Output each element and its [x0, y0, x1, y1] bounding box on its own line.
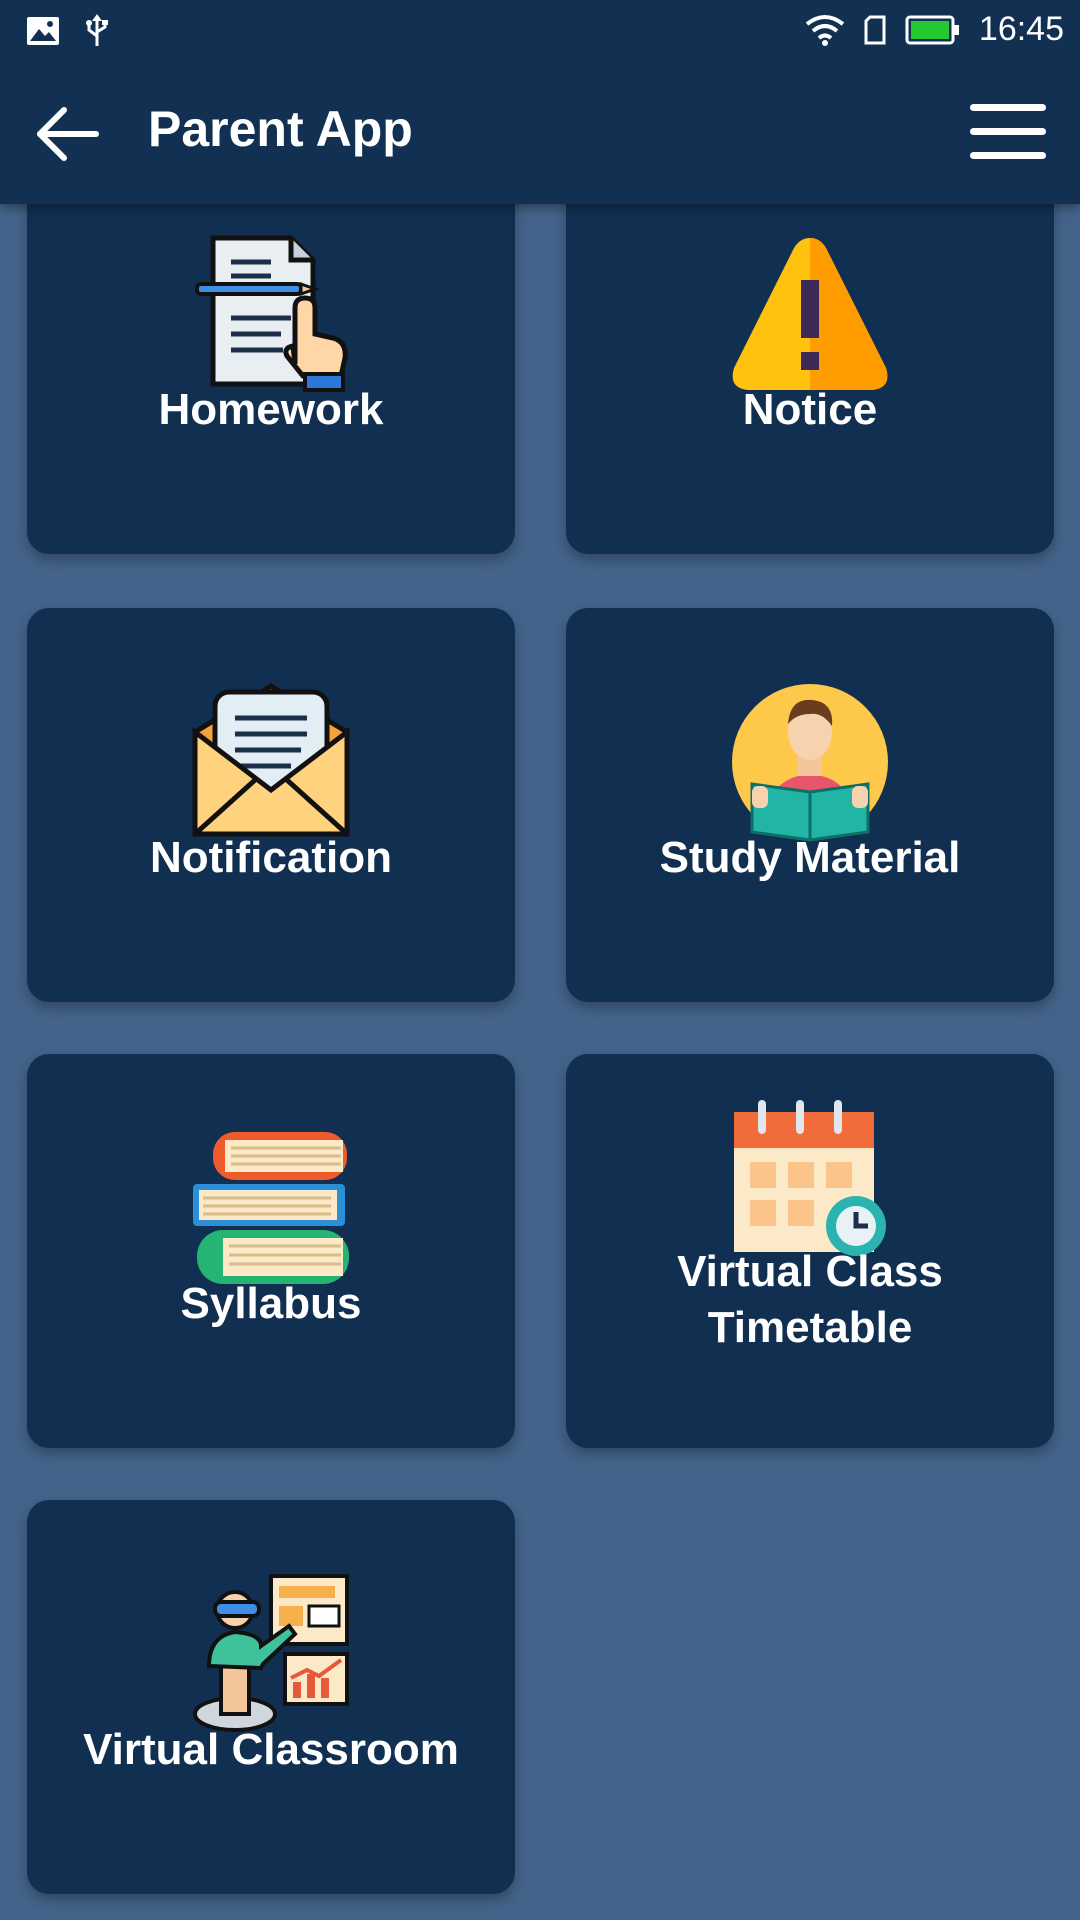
books-stack-icon — [193, 1132, 349, 1284]
tile-label-line1: Virtual Class — [677, 1247, 943, 1296]
calendar-clock-icon — [734, 1100, 886, 1256]
tile-label: Homework — [158, 385, 384, 434]
tile-homework[interactable]: Homework — [27, 160, 515, 554]
tile-label-line2: Timetable — [707, 1303, 913, 1352]
student-reading-icon — [732, 684, 888, 842]
vr-teacher-icon — [193, 1574, 349, 1732]
tile-label: Syllabus — [180, 1279, 362, 1328]
tile-label: Study Material — [659, 833, 961, 882]
envelope-icon — [192, 683, 350, 837]
menu-button[interactable] — [970, 104, 1046, 162]
back-button[interactable] — [34, 104, 104, 164]
tile-label: Virtual Classroom — [83, 1725, 459, 1774]
tile-label: Notification — [150, 833, 392, 882]
app-bar: Parent App — [0, 64, 1080, 204]
tile-syllabus[interactable]: Syllabus — [27, 1054, 515, 1448]
homework-icon — [195, 235, 348, 392]
tile-label: Notice — [742, 385, 878, 434]
tile-virtual-class-timetable[interactable]: Virtual Class Timetable — [566, 1054, 1054, 1448]
tile-notice[interactable]: Notice — [566, 160, 1054, 554]
tile-grid: Homework Notice Notification Study Mater… — [0, 0, 1080, 1920]
warning-icon — [732, 238, 888, 390]
hamburger-icon — [970, 104, 1046, 111]
page-title: Parent App — [148, 101, 413, 157]
tile-virtual-classroom[interactable]: Virtual Classroom — [27, 1500, 515, 1894]
tile-study-material[interactable]: Study Material — [566, 608, 1054, 1002]
arrow-left-icon — [37, 107, 99, 161]
tile-notification[interactable]: Notification — [27, 608, 515, 1002]
